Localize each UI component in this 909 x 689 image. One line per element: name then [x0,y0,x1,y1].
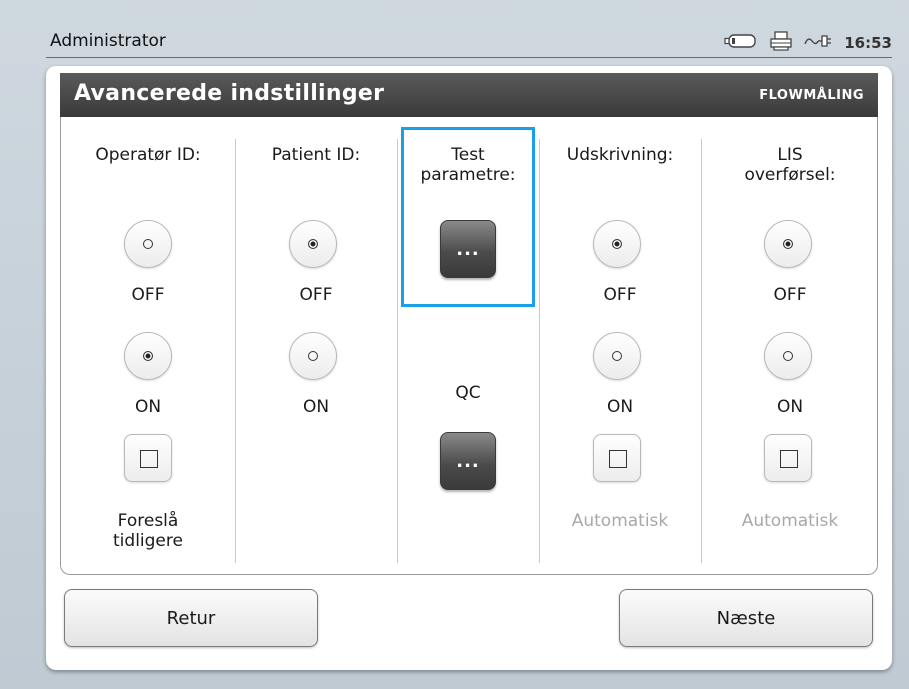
suggest-previous-label: Foreslå tidligere [113,511,183,551]
printing-on-radio[interactable] [593,332,641,380]
printing-off-radio[interactable] [593,220,641,268]
operator-id-label: Operatør ID: [95,145,201,165]
patient-id-off-label: OFF [299,285,333,305]
qc-button[interactable]: ... [440,432,496,490]
printing-on-label: ON [606,397,634,417]
ac-power-icon [804,33,832,53]
lis-transfer-on-label: ON [776,397,804,417]
lis-transfer-automatic-label: Automatisk [741,511,839,531]
settings-grid: Operatør ID: OFF ON Foreslå tidligere Pa… [60,117,878,575]
printing-off-label: OFF [603,285,637,305]
printer-icon [770,31,792,55]
test-parameters-column: Test parametre: ... QC ... [397,117,539,573]
test-parameters-button[interactable]: ... [440,220,496,278]
test-parameters-label: Test parametre: [420,145,516,185]
printing-label: Udskrivning: [566,145,674,165]
printing-column: Udskrivning: OFF ON Automatisk [539,117,701,573]
operator-id-column: Operatør ID: OFF ON Foreslå tidligere [61,117,235,573]
page-title: Avancerede indstillinger [74,81,385,106]
qc-label: QC [455,383,481,403]
operator-id-on-radio[interactable] [124,332,172,380]
operator-id-off-label: OFF [131,285,165,305]
clock: 16:53 [844,34,892,52]
next-button[interactable]: Næste [619,589,873,647]
lis-transfer-off-label: OFF [773,285,807,305]
lis-transfer-off-radio[interactable] [764,220,812,268]
lis-transfer-automatic-checkbox[interactable] [764,434,812,482]
patient-id-on-label: ON [302,397,330,417]
patient-id-off-radio[interactable] [289,220,337,268]
patient-id-on-radio[interactable] [289,332,337,380]
operator-id-off-radio[interactable] [124,220,172,268]
operator-id-on-label: ON [134,397,162,417]
top-status-bar: Administrator 16:53 [46,28,892,58]
printing-automatic-checkbox[interactable] [593,434,641,482]
mode-label: FLOWMÅLING [759,88,864,103]
lis-transfer-label: LIS overførsel: [744,145,836,185]
settings-panel: Avancerede indstillinger FLOWMÅLING Oper… [46,66,892,670]
battery-icon [724,33,758,53]
lis-transfer-on-radio[interactable] [764,332,812,380]
patient-id-label: Patient ID: [271,145,361,165]
printing-automatic-label: Automatisk [571,511,669,531]
lis-transfer-column: LIS overførsel: OFF ON Automatisk [701,117,879,573]
back-button[interactable]: Retur [64,589,318,647]
panel-header: Avancerede indstillinger FLOWMÅLING [60,73,878,117]
status-icons: 16:53 [724,31,892,55]
user-label: Administrator [50,31,166,51]
suggest-previous-checkbox[interactable] [124,434,172,482]
patient-id-column: Patient ID: OFF ON [235,117,397,573]
